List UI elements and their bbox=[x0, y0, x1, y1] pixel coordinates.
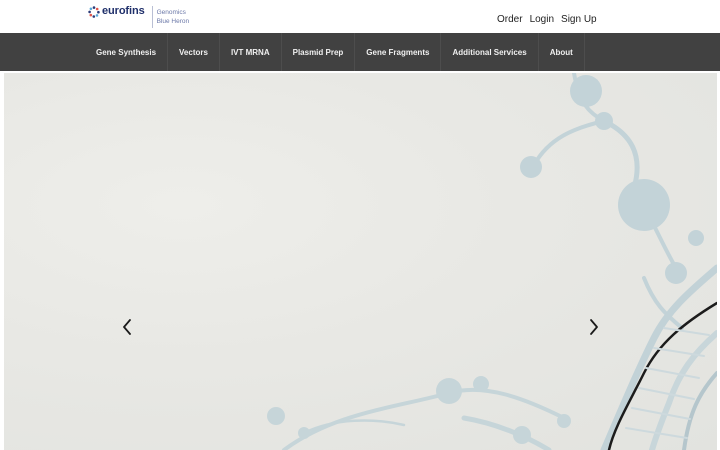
logo-subtitle-line-2: Blue Heron bbox=[156, 17, 190, 25]
nav-item-ivt-mrna[interactable]: IVT MRNA bbox=[220, 33, 282, 71]
logo-brand-text: eurofins bbox=[102, 5, 145, 17]
nav-item-label: Vectors bbox=[179, 47, 208, 57]
nav-item-gene-synthesis[interactable]: Gene Synthesis bbox=[85, 33, 169, 71]
nav-item-plasmid-prep[interactable]: Plasmid Prep bbox=[282, 33, 356, 71]
sign-up-link[interactable]: Sign Up bbox=[561, 14, 597, 26]
login-link[interactable]: Login bbox=[530, 14, 554, 26]
logo-subtitle: Genomics Blue Heron bbox=[157, 9, 190, 26]
nav-item-label: IVT MRNA bbox=[230, 47, 270, 57]
nav-item-label: Gene Synthesis bbox=[96, 47, 157, 57]
eurofins-logo[interactable]: eurofins Genomics Blue Heron bbox=[88, 4, 189, 30]
nav-item-label: Gene Fragments bbox=[366, 47, 430, 57]
hero-molecule-graphic bbox=[267, 73, 717, 450]
hero-carousel[interactable] bbox=[4, 73, 717, 450]
nav-item-vectors[interactable]: Vectors bbox=[168, 33, 220, 71]
nav-item-label: About bbox=[549, 47, 573, 57]
nav-item-gene-fragments[interactable]: Gene Fragments bbox=[355, 33, 442, 71]
nav-item-label: Additional Services bbox=[452, 47, 527, 57]
nav-item-label: Plasmid Prep bbox=[292, 47, 344, 57]
account-links: Order Login Sign Up bbox=[497, 14, 597, 26]
main-nav: Gene Synthesis Vectors IVT MRNA Plasmid … bbox=[0, 33, 720, 71]
nav-item-additional-services[interactable]: Additional Services bbox=[441, 33, 539, 71]
nav-item-about[interactable]: About bbox=[539, 33, 585, 71]
order-link[interactable]: Order bbox=[497, 14, 523, 26]
chevron-right-icon[interactable] bbox=[587, 318, 601, 336]
eurofins-logo-icon bbox=[88, 6, 100, 18]
logo-divider bbox=[151, 6, 153, 28]
logo-subtitle-line-1: Genomics bbox=[156, 9, 186, 16]
top-header: eurofins Genomics Blue Heron Order Login… bbox=[0, 0, 720, 33]
nav-list: Gene Synthesis Vectors IVT MRNA Plasmid … bbox=[85, 33, 585, 71]
chevron-left-icon[interactable] bbox=[120, 318, 134, 336]
